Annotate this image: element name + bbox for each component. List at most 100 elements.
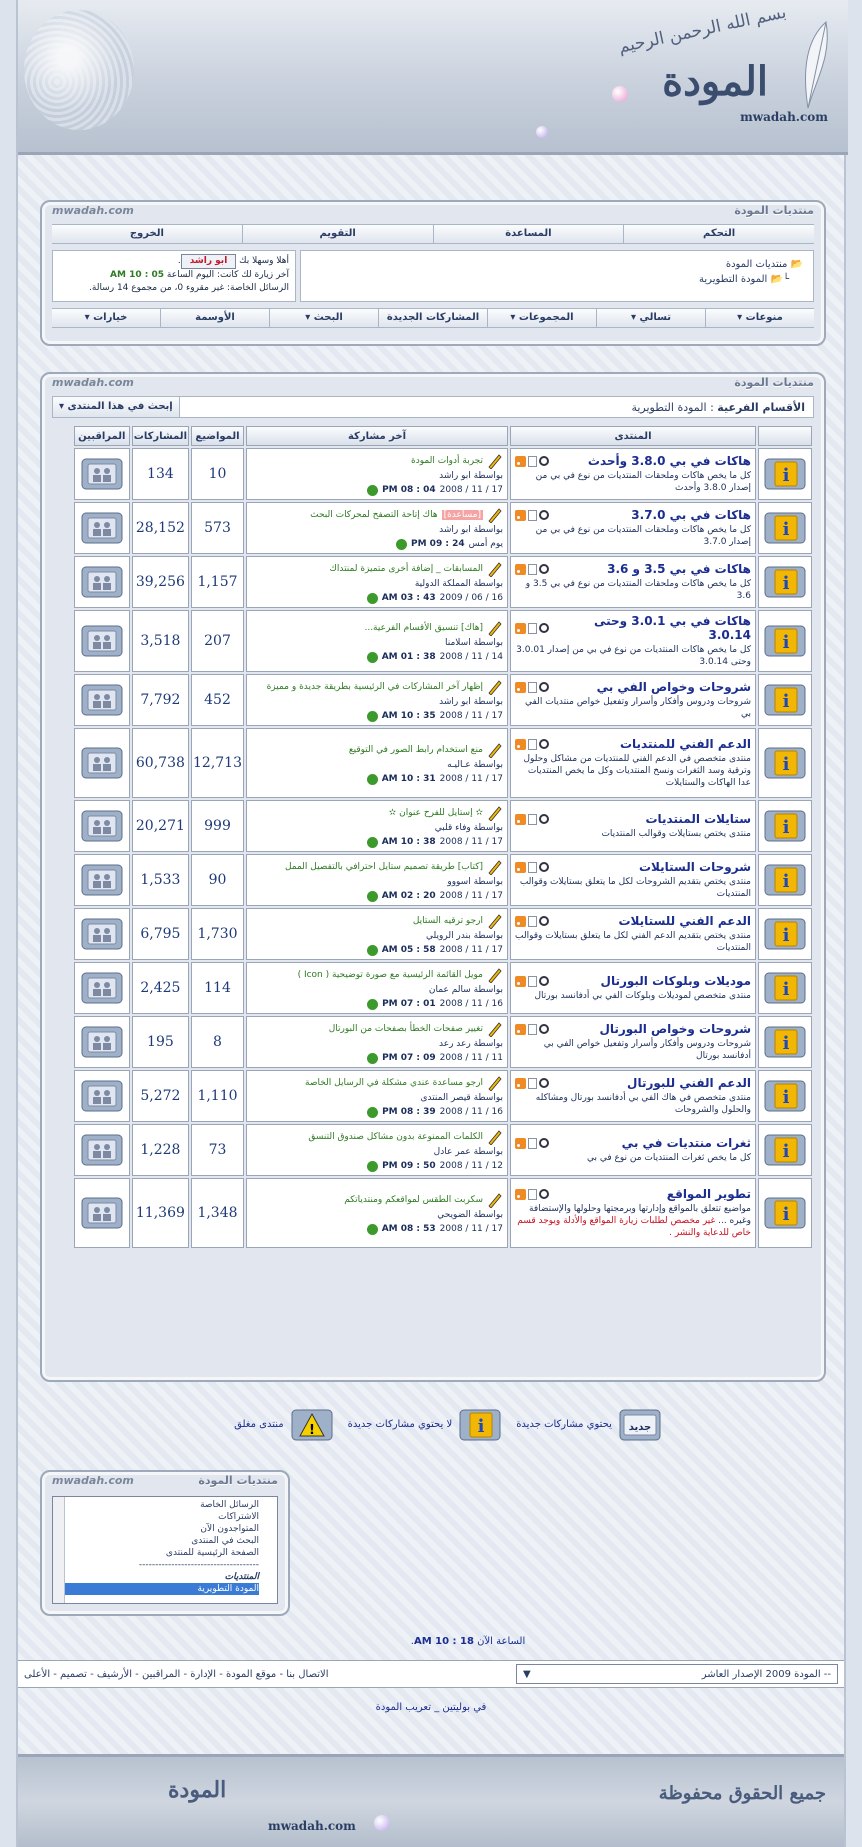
quick-nav-listbox[interactable]: الرسائل الخاصة الاشتراكات المتواجدون الآ… xyxy=(52,1496,278,1604)
forum-title-link[interactable]: الدعم الفني للستايلات xyxy=(618,914,751,928)
pm-status-link[interactable]: الرسائل الخاصة: غير مقروء 0، من مجموع 14… xyxy=(59,282,289,295)
go-to-post-icon[interactable] xyxy=(367,1052,379,1064)
nav-games-menu[interactable]: تسالي ▾ xyxy=(596,309,705,327)
last-poster-link[interactable]: بواسطة بندر الرويلي xyxy=(251,931,503,941)
search-icon[interactable] xyxy=(539,813,549,824)
search-icon[interactable] xyxy=(539,915,549,926)
document-icon[interactable] xyxy=(528,681,537,693)
rss-icon[interactable] xyxy=(515,1023,526,1035)
moderators-folder-icon[interactable] xyxy=(80,1077,124,1113)
last-poster-link[interactable]: بواسطة عمر عادل xyxy=(251,1147,503,1157)
document-icon[interactable] xyxy=(528,861,537,873)
nav-search-menu[interactable]: البحث ▾ xyxy=(269,309,378,327)
nav-groups-menu[interactable]: المجموعات ▾ xyxy=(487,309,596,327)
qnav-item-online[interactable]: المتواجدون الآن xyxy=(57,1523,259,1535)
moderators-folder-icon[interactable] xyxy=(80,622,124,658)
forum-title-link[interactable]: شروحات وخواص الفي بي xyxy=(597,680,751,694)
forum-title-link[interactable]: هاكات في بي 3.7.0 xyxy=(631,508,751,522)
rss-icon[interactable] xyxy=(515,1077,526,1089)
go-to-post-icon[interactable] xyxy=(366,944,378,956)
document-icon[interactable] xyxy=(528,455,537,467)
last-post-title-link[interactable]: ارجو مساعدة عندي مشكلة في الرسايل الخاصة xyxy=(305,1078,483,1088)
search-icon[interactable] xyxy=(539,1077,549,1088)
last-poster-link[interactable]: بواسطة الضويحي xyxy=(251,1210,503,1220)
search-forum-button[interactable]: إبحث في هذا المنتدى ▾ xyxy=(53,397,180,417)
search-icon[interactable] xyxy=(539,1023,549,1034)
go-to-post-icon[interactable] xyxy=(367,998,379,1010)
last-post-title-link[interactable]: هاك إتاحة التصفح لمحركات البحث xyxy=(310,510,437,520)
moderators-folder-icon[interactable] xyxy=(80,861,124,897)
forum-title-link[interactable]: شروحات الستايلات xyxy=(639,860,751,874)
go-to-post-icon[interactable] xyxy=(367,1106,379,1118)
go-to-post-icon[interactable] xyxy=(367,484,379,496)
last-post-title-link[interactable]: [كتاب] طريقة تصميم ستايل احترافي بالتفصي… xyxy=(285,862,483,872)
search-icon[interactable] xyxy=(539,622,549,633)
document-icon[interactable] xyxy=(528,975,537,987)
rss-icon[interactable] xyxy=(515,681,526,693)
tree-item-current[interactable]: └📂 المودة التطويرية xyxy=(311,272,803,287)
moderators-folder-icon[interactable] xyxy=(80,455,124,491)
moderators-folder-icon[interactable] xyxy=(80,509,124,545)
document-icon[interactable] xyxy=(528,622,537,634)
last-poster-link[interactable]: بواسطة ابو راشد xyxy=(251,471,503,481)
rss-icon[interactable] xyxy=(515,861,526,873)
document-icon[interactable] xyxy=(528,813,537,825)
site-logo[interactable]: المودة xyxy=(662,58,768,105)
search-icon[interactable] xyxy=(539,563,549,574)
last-poster-link[interactable]: بواسطة عـاليـه xyxy=(251,760,503,770)
forum-title-link[interactable]: ستايلات المنتديات xyxy=(645,812,751,826)
moderators-folder-icon[interactable] xyxy=(80,1131,124,1167)
last-post-title-link[interactable]: سكربت الطقس لمواقعكم ومنتدياتكم xyxy=(344,1195,483,1205)
moderators-folder-icon[interactable] xyxy=(80,744,124,780)
rss-icon[interactable] xyxy=(515,738,526,750)
nav-logout[interactable]: الخروج xyxy=(52,225,242,243)
forum-title-link[interactable]: شروحات وخواص البورتال xyxy=(599,1022,751,1036)
go-to-post-icon[interactable] xyxy=(367,1160,379,1172)
go-to-post-icon[interactable] xyxy=(366,710,378,722)
document-icon[interactable] xyxy=(528,915,537,927)
last-post-title-link[interactable]: ✫ إستايل للفرح عنوان ✫ xyxy=(389,808,483,818)
last-poster-link[interactable]: بواسطة ابو راشد xyxy=(251,697,503,707)
last-poster-link[interactable]: بواسطة اسلامنا xyxy=(251,638,503,648)
site-url[interactable]: mwadah.com xyxy=(740,110,828,124)
moderators-folder-icon[interactable] xyxy=(80,969,124,1005)
search-icon[interactable] xyxy=(539,738,549,749)
rss-icon[interactable] xyxy=(515,455,526,467)
forum-title-link[interactable]: الدعم الفني للبورتال xyxy=(627,1076,751,1090)
rss-icon[interactable] xyxy=(515,975,526,987)
rss-icon[interactable] xyxy=(515,915,526,927)
last-poster-link[interactable]: بواسطة رعد رعد xyxy=(251,1039,503,1049)
rss-icon[interactable] xyxy=(515,563,526,575)
moderators-folder-icon[interactable] xyxy=(80,681,124,717)
qnav-item-pm[interactable]: الرسائل الخاصة xyxy=(57,1499,259,1511)
last-poster-link[interactable]: بواسطة قيصر المنتدى xyxy=(251,1093,503,1103)
go-to-post-icon[interactable] xyxy=(366,592,378,604)
forum-title-link[interactable]: هاكات في بي 3.5 و 3.6 xyxy=(607,562,751,576)
moderators-folder-icon[interactable] xyxy=(80,1194,124,1230)
forum-title-link[interactable]: تطوير المواقع xyxy=(667,1187,751,1201)
moderators-folder-icon[interactable] xyxy=(80,915,124,951)
search-icon[interactable] xyxy=(539,509,549,520)
document-icon[interactable] xyxy=(528,1023,537,1035)
go-to-post-icon[interactable] xyxy=(366,1223,378,1235)
search-icon[interactable] xyxy=(539,861,549,872)
last-post-title-link[interactable]: تغيير صفحات الخطأ بصفحات من البورتال xyxy=(329,1024,483,1034)
go-to-post-icon[interactable] xyxy=(366,836,378,848)
forum-title-link[interactable]: هاكات في بي 3.8.0 وأحدث xyxy=(588,454,751,468)
username-link[interactable]: ابو راشد xyxy=(180,254,237,269)
last-poster-link[interactable]: بواسطة ابو راشد xyxy=(251,525,503,535)
rss-icon[interactable] xyxy=(515,1137,526,1149)
qnav-item-home[interactable]: الصفحة الرئيسية للمنتدى xyxy=(57,1547,259,1559)
tree-item-root[interactable]: 📂 منتديات المودة xyxy=(311,257,803,272)
document-icon[interactable] xyxy=(528,738,537,750)
last-post-title-link[interactable]: المسابقات _ إضافة أخرى متميزة لمنتداك xyxy=(329,564,483,574)
search-icon[interactable] xyxy=(539,975,549,986)
last-post-title-link[interactable]: [هاك] تنسيق الأقسام الفرعية... xyxy=(364,623,483,633)
go-to-post-icon[interactable] xyxy=(396,538,407,550)
last-post-title-link[interactable]: الكلمات الممنوعة بدون مشاكل صندوق التنسق xyxy=(308,1132,483,1142)
search-icon[interactable] xyxy=(539,1137,549,1148)
rss-icon[interactable] xyxy=(515,509,526,521)
last-poster-link[interactable]: بواسطة اسووو xyxy=(251,877,503,887)
search-icon[interactable] xyxy=(539,1188,549,1199)
last-poster-link[interactable]: بواسطة سالم عمان xyxy=(251,985,503,995)
